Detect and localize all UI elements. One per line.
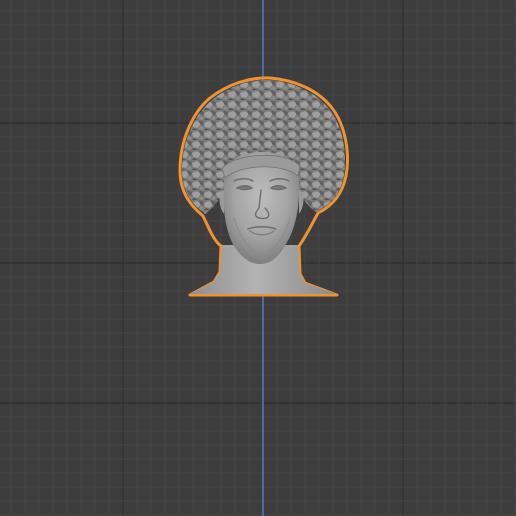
viewport-canvas[interactable] — [0, 0, 516, 516]
3d-viewport[interactable] — [0, 0, 516, 516]
